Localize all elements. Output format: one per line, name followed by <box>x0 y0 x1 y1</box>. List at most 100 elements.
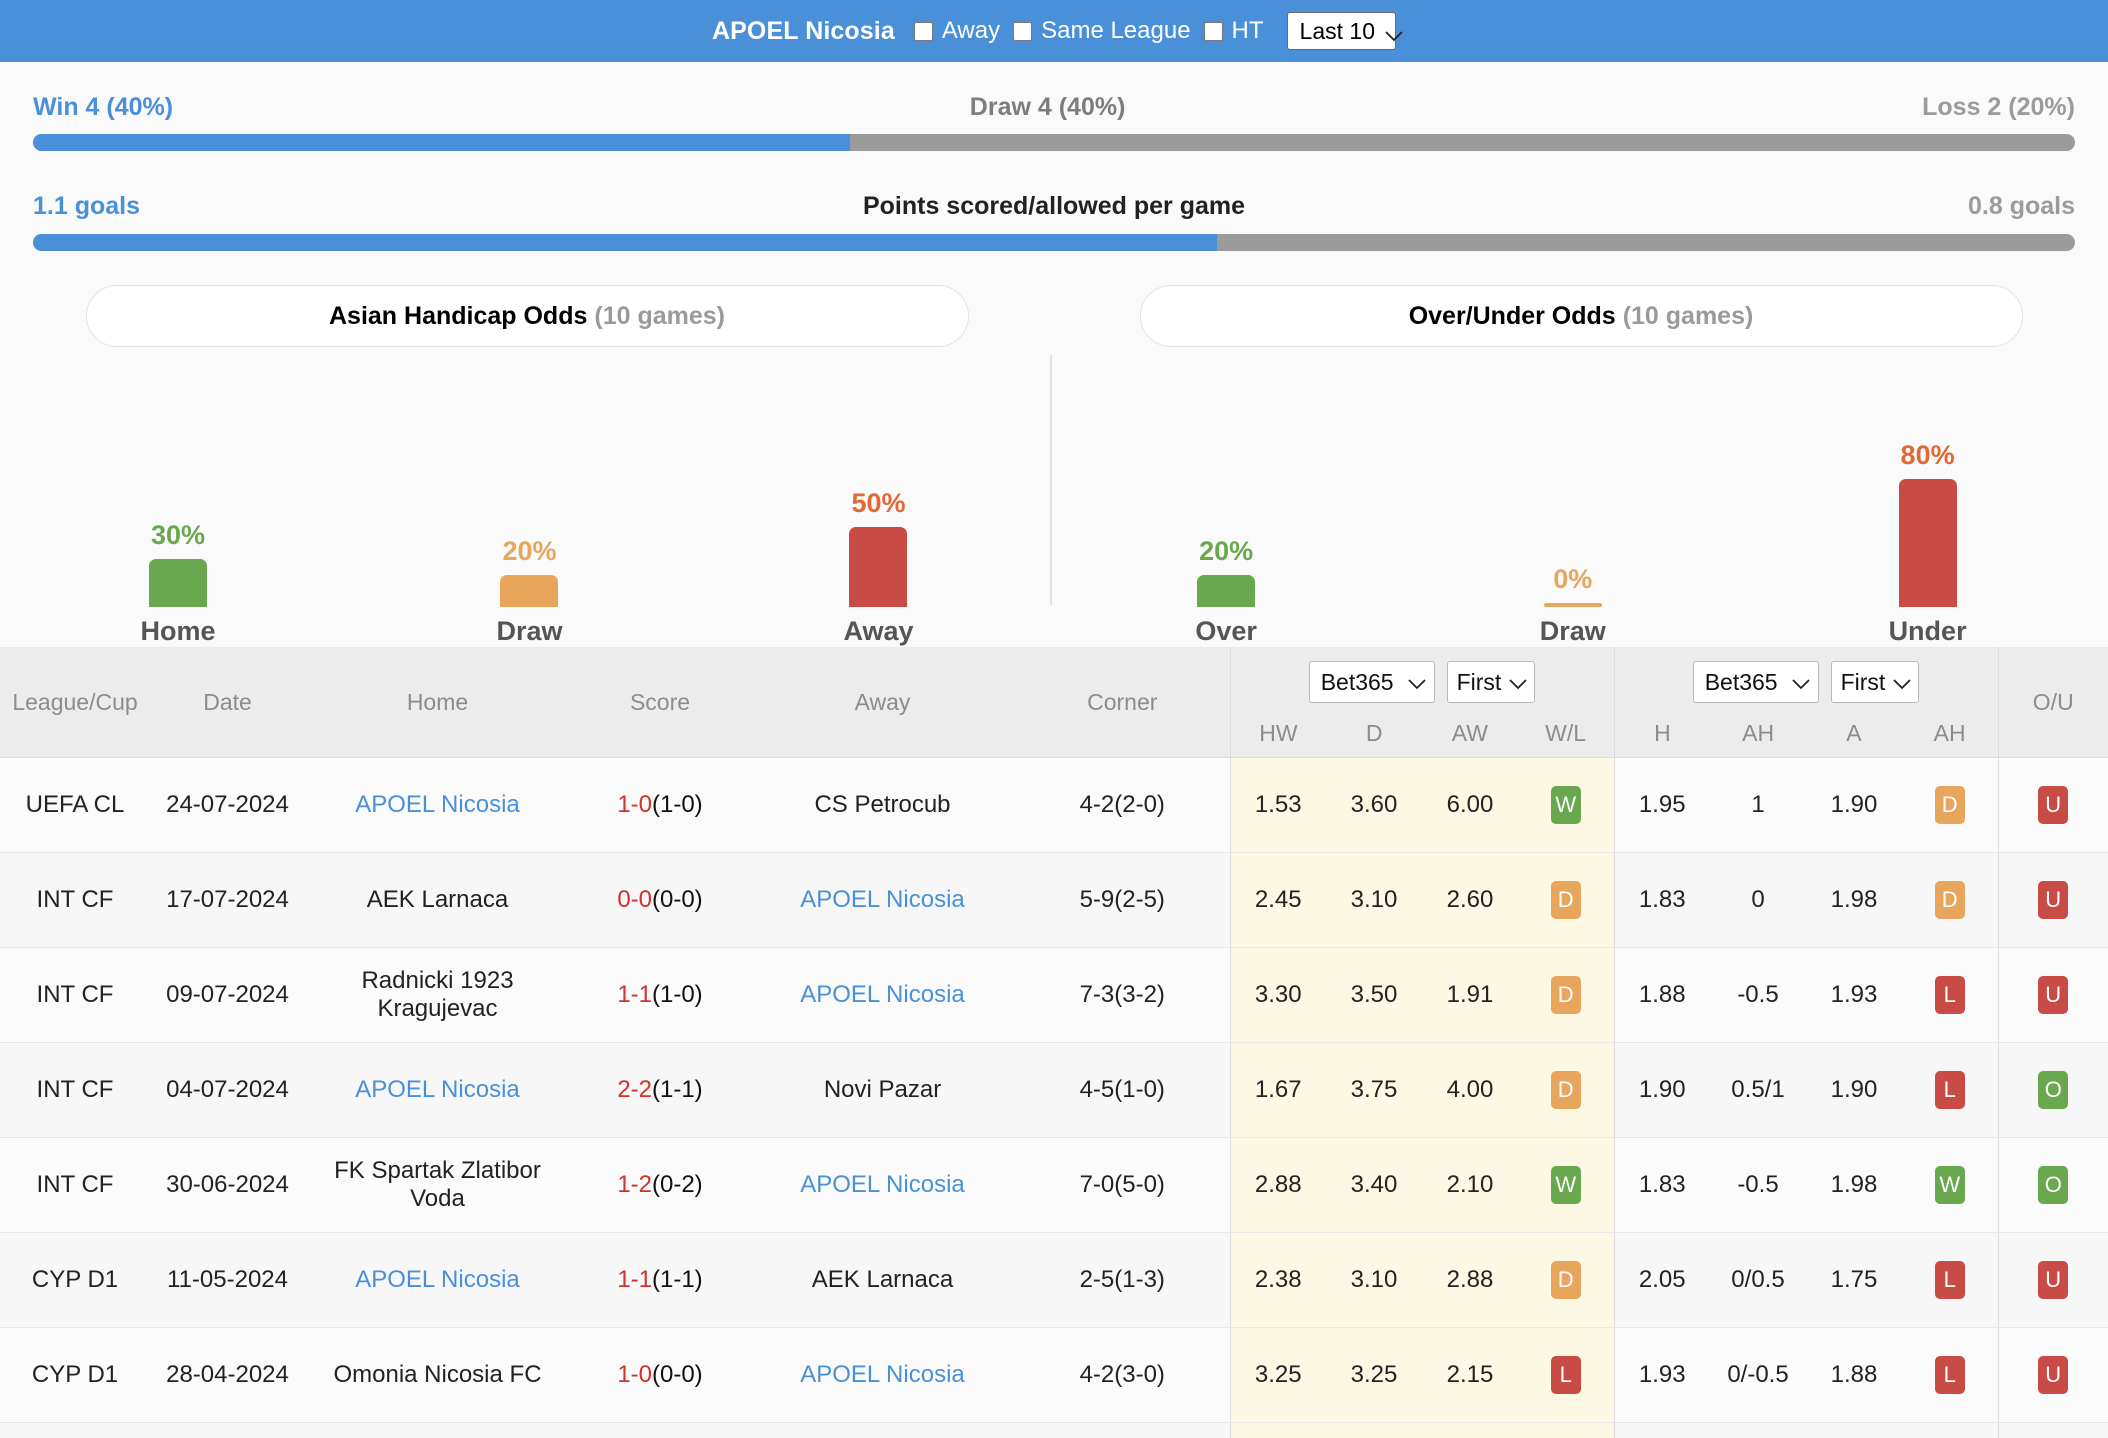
cell-corner: 7-3(3-2) <box>1015 947 1230 1043</box>
chart-bar-label: Away <box>843 616 914 646</box>
table-row[interactable]: INT CF 30-06-2024 FK Spartak Zlatibor Voda… <box>0 1137 2108 1233</box>
subcol-a: A <box>1846 719 1862 746</box>
cell-league: CYP D1 <box>0 1422 150 1438</box>
cell-away[interactable]: APOEL Nicosia <box>750 1327 1015 1423</box>
goals-title: Points scored/allowed per game <box>862 192 1246 220</box>
checkbox-ht-icon[interactable] <box>1203 21 1223 41</box>
cell-h: 1.88 <box>1613 947 1710 1043</box>
cell-ah1: 0/-0.5 <box>1710 1327 1806 1423</box>
cell-hw: 2.38 <box>1229 1232 1326 1328</box>
half-select-2-value: First <box>1840 668 1886 695</box>
table-row[interactable]: CYP D1 28-04-2024 Omonia Nicosia FC 1-0(0-0… <box>0 1327 2108 1423</box>
cell-date: 30-06-2024 <box>150 1137 305 1233</box>
subcol-h: H <box>1654 719 1671 746</box>
bookmaker-select-1[interactable]: Bet365 <box>1308 661 1435 703</box>
bookmaker-select-2[interactable]: Bet365 <box>1692 661 1819 703</box>
cell-ah2: L <box>1902 1232 1998 1328</box>
cell-away: CS Petrocub <box>750 757 1015 853</box>
table-header-row: League/Cup Date Home Score Away Corner B… <box>0 647 2108 758</box>
cell-league: CYP D1 <box>0 1232 150 1328</box>
cell-home[interactable]: APOEL Nicosia <box>305 1042 570 1138</box>
chart-bar-shape <box>500 575 559 607</box>
win-draw-loss-section: Win 4 (40%) Draw 4 (40%) Loss 2 (20%) 1.… <box>0 62 2108 251</box>
col-score: Score <box>570 647 750 758</box>
col-home: Home <box>305 647 570 758</box>
over-under-odds-button[interactable]: Over/Under Odds (10 games) <box>1139 285 2023 347</box>
cell-home[interactable]: APOEL Nicosia <box>305 1232 570 1328</box>
cell-aw: 2.10 <box>1422 1137 1518 1233</box>
asian-handicap-odds-button[interactable]: Asian Handicap Odds (10 games) <box>85 285 969 347</box>
cell-score: 2-2(1-1) <box>570 1042 750 1138</box>
table-row[interactable]: CYP D1 11-05-2024 APOEL Nicosia 1-1(1-1) AEK… <box>0 1232 2108 1328</box>
chart-bar-value: 20% <box>502 536 557 566</box>
chart-bar-shape <box>849 527 908 607</box>
chart-bar-shape <box>1543 603 1602 607</box>
cell-score: 1-0(0-0) <box>570 1327 750 1423</box>
cell-d: 3.60 <box>1326 757 1422 853</box>
win-label: Win 4 (40%) <box>33 93 174 121</box>
cell-ou: O <box>1997 1042 2108 1138</box>
cell-d: 3.75 <box>1326 1042 1422 1138</box>
table-row[interactable]: INT CF 09-07-2024 Radnicki 1923 Kragujevac… <box>0 947 2108 1043</box>
cell-league: INT CF <box>0 1137 150 1233</box>
table-row[interactable]: UEFA CL 24-07-2024 APOEL Nicosia 1-0(1-0) CS… <box>0 757 2108 853</box>
cell-aw: 1.91 <box>1422 947 1518 1043</box>
group-ah-subcolumns: H AH A AH <box>1615 709 1998 757</box>
cell-home[interactable]: APOEL Nicosia <box>305 1422 570 1438</box>
cell-away[interactable]: APOEL Nicosia <box>750 852 1015 948</box>
filter-away[interactable]: Away <box>913 17 1001 45</box>
cell-wl: W <box>1518 1137 1614 1233</box>
cell-away[interactable]: APOEL Nicosia <box>750 1137 1015 1233</box>
cell-corner: 4-2(3-0) <box>1015 1327 1230 1423</box>
cell-aw: 2.88 <box>1422 1232 1518 1328</box>
filter-away-label: Away <box>941 17 1001 44</box>
cell-d: 3.40 <box>1326 1422 1422 1438</box>
filter-same-league[interactable]: Same League <box>1013 17 1191 45</box>
cell-ah2: L <box>1902 1327 1998 1423</box>
range-select[interactable]: Last 10 <box>1286 12 1403 50</box>
cell-d: 3.40 <box>1326 1137 1422 1233</box>
cell-ou: U <box>1997 947 2108 1043</box>
loss-label: Loss 2 (20%) <box>1922 93 2075 121</box>
cell-home: Radnicki 1923 Kragujevac <box>305 947 570 1043</box>
cell-date: 28-04-2024 <box>150 1327 305 1423</box>
checkbox-same-league-icon[interactable] <box>1013 21 1033 41</box>
cell-ah1: 0/0.5 <box>1710 1232 1806 1328</box>
cell-h: 2.03 <box>1613 1422 1710 1438</box>
cell-ou: U <box>1997 757 2108 853</box>
cell-league: INT CF <box>0 852 150 948</box>
cell-a: 1.93 <box>1806 947 1902 1043</box>
subcol-ah1: AH <box>1742 719 1775 746</box>
cell-ou: U <box>1997 1232 2108 1328</box>
cell-a: 1.78 <box>1806 1422 1902 1438</box>
cell-wl: D <box>1518 1232 1614 1328</box>
col-group-1x2: Bet365 First HW D AW W/L <box>1229 647 1614 758</box>
cell-league: CYP D1 <box>0 1327 150 1423</box>
cell-away: AEK Larnaca <box>750 1232 1015 1328</box>
cell-corner: 4-5(1-0) <box>1015 1042 1230 1138</box>
chevron-down-icon <box>1791 669 1810 696</box>
cell-home[interactable]: APOEL Nicosia <box>305 757 570 853</box>
table-row[interactable]: INT CF 04-07-2024 APOEL Nicosia 2-2(1-1) Nov… <box>0 1042 2108 1138</box>
cell-aw: 2.15 <box>1422 1327 1518 1423</box>
cell-ah1: 1 <box>1710 757 1806 853</box>
wdl-bar <box>33 134 2075 151</box>
half-select-2[interactable]: First <box>1830 661 1920 703</box>
half-select-1-value: First <box>1456 668 1502 695</box>
col-group-ah: Bet365 First H AH A AH <box>1613 647 1998 758</box>
table-row[interactable]: INT CF 17-07-2024 AEK Larnaca 0-0(0-0) APOEL… <box>0 852 2108 948</box>
half-select-1[interactable]: First <box>1446 661 1536 703</box>
chart-bar-label: Draw <box>1539 616 1606 646</box>
cell-hw: 1.73 <box>1229 1422 1326 1438</box>
bookmaker-select-2-value: Bet365 <box>1704 668 1778 695</box>
cell-corner: 4-2(2-0) <box>1015 757 1230 853</box>
chart-bar-over: 20% Over <box>1195 387 1257 647</box>
cell-a: 1.98 <box>1806 852 1902 948</box>
table-row[interactable]: CYP D121-04-2024APOEL Nicosia2-0(2-0)Ari… <box>0 1422 2108 1438</box>
filter-ht[interactable]: HT <box>1203 17 1264 45</box>
cell-away[interactable]: APOEL Nicosia <box>750 947 1015 1043</box>
cell-corner: 4-1(4-0) <box>1015 1422 1230 1438</box>
range-select-value: Last 10 <box>1299 17 1375 44</box>
cell-a: 1.90 <box>1806 1042 1902 1138</box>
checkbox-away-icon[interactable] <box>913 21 933 41</box>
